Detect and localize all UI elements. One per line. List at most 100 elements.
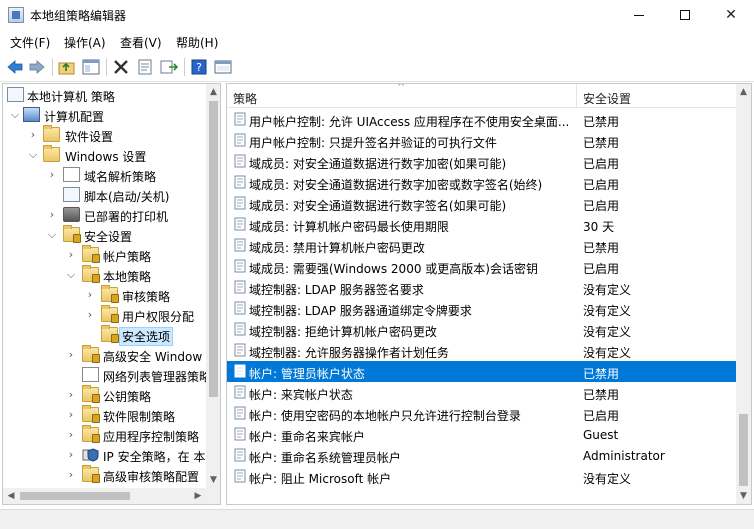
chevron-right-icon[interactable]: › <box>65 248 77 262</box>
scroll-right-icon[interactable]: ▶ <box>190 488 206 504</box>
tree-item-software-settings[interactable]: › 软件设置 <box>3 125 207 145</box>
policy-row[interactable]: 域成员: 对安全通道数据进行数字加密或数字签名(始终) 已启用 <box>227 172 736 193</box>
menu-file[interactable]: 文件(F) <box>10 34 50 51</box>
column-header-policy[interactable]: 策略 <box>233 90 257 107</box>
chevron-down-icon[interactable]: ⌵ <box>27 148 39 162</box>
menu-help[interactable]: 帮助(H) <box>176 34 218 51</box>
properties-button[interactable] <box>136 58 154 76</box>
tree-item-account-policies[interactable]: › 帐户策略 <box>3 245 207 265</box>
chevron-right-icon[interactable]: › <box>65 348 77 362</box>
tree-item-deployed-printers[interactable]: › 已部署的打印机 <box>3 205 207 225</box>
tree-horizontal-scrollbar[interactable]: ◀ ▶ <box>3 488 206 504</box>
tree-item-local-policies[interactable]: ⌵ 本地策略 <box>3 265 207 285</box>
tree-item-advanced-security-firewall[interactable]: › 高级安全 Window <box>3 345 207 365</box>
menu-action[interactable]: 操作(A) <box>64 34 106 51</box>
tree-vertical-scrollbar[interactable]: ▲ ▼ <box>206 84 220 488</box>
tree-item-user-rights-assignment[interactable]: › 用户权限分配 <box>3 305 207 325</box>
tree-item-software-restriction[interactable]: › 软件限制策略 <box>3 405 207 425</box>
tree-item-security-settings[interactable]: ⌵ 安全设置 <box>3 225 207 245</box>
tree-item-windows-settings[interactable]: ⌵ Windows 设置 <box>3 145 207 165</box>
chevron-right-icon[interactable]: › <box>65 448 77 462</box>
menu-view[interactable]: 查看(V) <box>120 34 162 51</box>
help-button[interactable]: ? <box>190 58 208 76</box>
policy-row[interactable]: 用户帐户控制: 允许 UIAccess 应用程序在不使用安全桌面... 已禁用 <box>227 109 736 130</box>
scroll-down-icon[interactable]: ▼ <box>736 488 751 504</box>
minimize-button[interactable] <box>616 0 662 30</box>
delete-button[interactable] <box>112 58 130 76</box>
window-title: 本地组策略编辑器 <box>30 9 127 23</box>
tree-item-network-list-manager[interactable]: 网络列表管理器策略 <box>3 365 211 385</box>
security-folder-icon <box>101 305 119 323</box>
show-hide-tree-button[interactable] <box>82 58 100 76</box>
tree-item-advanced-audit-config[interactable]: › 高级审核策略配置 <box>3 465 207 485</box>
policy-row[interactable]: 帐户: 管理员帐户状态 已禁用 <box>227 361 736 382</box>
chevron-right-icon[interactable]: › <box>65 468 77 482</box>
scroll-down-icon[interactable]: ▼ <box>206 472 220 488</box>
policy-setting-icon <box>234 385 246 399</box>
policy-row[interactable]: 域控制器: LDAP 服务器通道绑定令牌要求 没有定义 <box>227 298 736 319</box>
policy-row[interactable]: 域控制器: LDAP 服务器签名要求 没有定义 <box>227 277 736 298</box>
chevron-down-icon[interactable]: ⌵ <box>65 268 77 282</box>
scroll-left-icon[interactable]: ◀ <box>3 488 19 504</box>
policy-row[interactable]: 域成员: 需要强(Windows 2000 或更高版本)会话密钥 已启用 <box>227 256 736 277</box>
policy-row[interactable]: 域成员: 禁用计算机帐户密码更改 已禁用 <box>227 235 736 256</box>
forward-button[interactable] <box>28 58 46 76</box>
list-vertical-scrollbar[interactable]: ▲ ▼ <box>736 84 751 504</box>
policy-list[interactable]: ^ 策略 安全设置 用户帐户控制: 允许 UIAccess 应用程序在不使用安全… <box>226 83 752 505</box>
policy-row[interactable]: 域控制器: 拒绝计算机帐户密码更改 没有定义 <box>227 319 736 340</box>
chevron-right-icon[interactable]: › <box>84 288 96 302</box>
console-button[interactable] <box>214 58 232 76</box>
policy-row[interactable]: 帐户: 使用空密码的本地帐户只允许进行控制台登录 已启用 <box>227 403 736 424</box>
maximize-button[interactable] <box>662 0 708 30</box>
delete-icon <box>114 60 128 74</box>
security-setting-value: 已启用 <box>583 409 620 423</box>
chevron-right-icon[interactable]: › <box>84 308 96 322</box>
chevron-right-icon[interactable]: › <box>46 208 58 222</box>
policy-row[interactable]: 帐户: 重命名来宾帐户 Guest <box>227 424 736 445</box>
chevron-right-icon[interactable]: › <box>65 408 77 422</box>
export-list-button[interactable] <box>160 58 178 76</box>
policy-row[interactable]: 域成员: 对安全通道数据进行数字加密(如果可能) 已启用 <box>227 151 736 172</box>
scrollbar-thumb[interactable] <box>739 414 748 486</box>
policy-setting-icon <box>234 448 246 462</box>
policy-setting-icon <box>234 280 246 294</box>
scroll-up-icon[interactable]: ▲ <box>206 84 220 100</box>
tree-item-name-resolution-policy[interactable]: › 域名解析策略 <box>3 165 207 185</box>
up-one-level-button[interactable] <box>58 58 76 76</box>
tree-item-ip-security-policies[interactable]: › IP 安全策略，在 本 <box>3 445 207 465</box>
column-divider[interactable] <box>576 84 577 108</box>
scrollbar-thumb[interactable] <box>20 492 130 500</box>
chevron-right-icon[interactable]: › <box>65 428 77 442</box>
policy-row[interactable]: 域成员: 计算机帐户密码最长使用期限 30 天 <box>227 214 736 235</box>
chevron-down-icon[interactable]: ⌵ <box>9 108 21 122</box>
tree-item-public-key-policies[interactable]: › 公钥策略 <box>3 385 207 405</box>
chevron-right-icon[interactable]: › <box>27 128 39 142</box>
tree-item-scripts[interactable]: 脚本(启动/关机) <box>3 185 207 205</box>
column-header-security-setting[interactable]: 安全设置 <box>583 90 631 107</box>
policy-row[interactable]: 域控制器: 允许服务器操作者计划任务 没有定义 <box>227 340 736 361</box>
policy-row[interactable]: 域成员: 对安全通道数据进行数字签名(如果可能) 已启用 <box>227 193 736 214</box>
tree-item-local-computer-policy[interactable]: 本地计算机 策略 <box>3 85 207 105</box>
tree-item-audit-policy[interactable]: › 审核策略 <box>3 285 207 305</box>
close-button[interactable]: ✕ <box>708 0 754 30</box>
chevron-right-icon[interactable]: › <box>46 168 58 182</box>
policy-row[interactable]: 帐户: 阻止 Microsoft 帐户 没有定义 <box>227 466 736 487</box>
computer-icon <box>23 107 40 122</box>
back-button[interactable] <box>6 58 24 76</box>
tree-item-security-options[interactable]: 安全选项 <box>3 325 207 346</box>
tree-item-app-control-policies[interactable]: › 应用程序控制策略 <box>3 425 207 445</box>
policy-row[interactable]: 帐户: 重命名系统管理员帐户 Administrator <box>227 445 736 466</box>
tree-item-label: 软件设置 <box>65 130 114 144</box>
console-tree[interactable]: 本地计算机 策略 ⌵ 计算机配置 › 软件设置 ⌵ Windows 设置 › 域… <box>2 83 221 505</box>
list-sheet-icon <box>82 367 99 382</box>
policy-setting-icon <box>234 154 246 168</box>
security-folder-icon <box>82 385 100 403</box>
policy-setting-icon <box>234 238 246 252</box>
policy-row[interactable]: 用户帐户控制: 只提升签名并验证的可执行文件 已禁用 <box>227 130 736 151</box>
chevron-down-icon[interactable]: ⌵ <box>46 228 58 242</box>
scroll-up-icon[interactable]: ▲ <box>736 84 751 100</box>
policy-row[interactable]: 帐户: 来宾帐户状态 已禁用 <box>227 382 736 403</box>
chevron-right-icon[interactable]: › <box>65 388 77 402</box>
scrollbar-thumb[interactable] <box>209 101 218 397</box>
tree-item-computer-config[interactable]: ⌵ 计算机配置 <box>3 105 207 125</box>
